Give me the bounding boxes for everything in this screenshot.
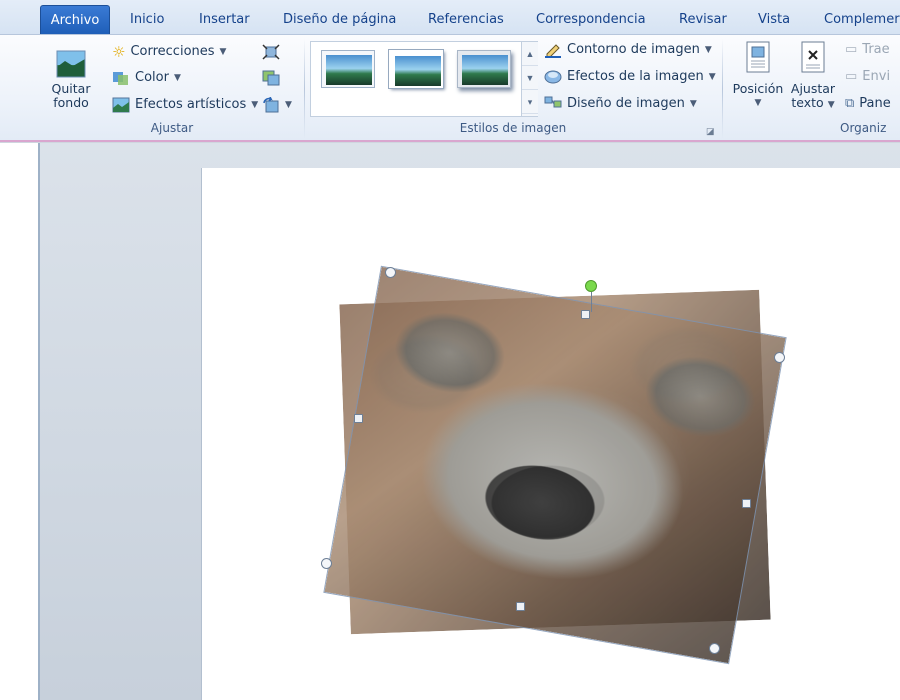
picture-styles-gallery: ▲ ▼ ▾ (310, 41, 538, 117)
pencil-outline-icon (545, 44, 561, 58)
group-label-organizar: Organiz (840, 121, 887, 135)
enviar-atras-button[interactable]: ▭ Envi (845, 66, 890, 88)
correcciones-button[interactable]: ☼ Correcciones ▼ (112, 41, 226, 63)
diseno-imagen-button[interactable]: Diseño de imagen ▼ (544, 93, 697, 115)
tab-insertar[interactable]: Insertar (199, 8, 250, 34)
chevron-down-icon: ▼ (173, 73, 181, 83)
gallery-scrollbar: ▲ ▼ ▾ (521, 42, 538, 116)
picture-style-shadow[interactable] (457, 50, 511, 88)
color-label: Color (135, 70, 169, 85)
correcciones-label: Correcciones (130, 44, 215, 59)
efectos-imagen-button[interactable]: Efectos de la imagen ▼ (544, 66, 716, 88)
tab-revisar[interactable]: Revisar (679, 8, 727, 34)
group-separator (722, 39, 723, 139)
chevron-down-icon: ▼ (827, 100, 835, 110)
tab-inicio[interactable]: Inicio (130, 8, 164, 34)
posicion-label: Posición (732, 81, 784, 96)
picture-style-simple-frame[interactable] (321, 50, 375, 88)
resize-handle-top[interactable] (581, 310, 590, 319)
tab-archivo[interactable]: Archivo (40, 5, 110, 34)
chevron-down-icon: ▼ (708, 72, 716, 82)
compress-pictures-button[interactable] (262, 41, 280, 63)
group-label-ajustar: Ajustar (150, 121, 194, 135)
bring-forward-icon: ▭ (845, 42, 858, 57)
chevron-down-icon: ▼ (251, 100, 259, 110)
tab-referencias[interactable]: Referencias (428, 8, 504, 34)
traer-label: Trae (862, 42, 890, 57)
rotation-handle-stem (591, 292, 592, 312)
chevron-down-icon: ▼ (285, 100, 292, 110)
picture-style-white-frame[interactable] (389, 50, 443, 88)
panel-label: Pane (859, 96, 891, 111)
posicion-button[interactable]: Posición ▼ (730, 41, 786, 110)
gallery-up-button[interactable]: ▲ (522, 42, 538, 66)
send-backward-icon: ▭ (845, 69, 858, 84)
resize-handle-right[interactable] (742, 499, 751, 508)
gallery-down-button[interactable]: ▼ (522, 66, 538, 90)
diseno-label: Diseño de imagen (567, 96, 685, 111)
chevron-down-icon: ▼ (219, 47, 227, 57)
quitar-fondo-label-2: fondo (53, 95, 89, 110)
efectos-artisticos-button[interactable]: Efectos artísticos ▼ (112, 94, 258, 116)
efectos-artisticos-label: Efectos artísticos (135, 97, 247, 112)
position-icon (746, 41, 770, 73)
compress-icon (262, 44, 280, 60)
resize-handle-bottom-right[interactable] (709, 643, 720, 654)
ajustar-texto-button[interactable]: Ajustar texto ▼ (788, 41, 838, 112)
tab-diseno-pagina[interactable]: Diseño de página (283, 8, 396, 34)
chevron-down-icon: ▼ (689, 99, 697, 109)
resize-handle-top-left[interactable] (385, 267, 396, 278)
ajustar-texto-row: texto ▼ (788, 96, 838, 112)
tab-vista[interactable]: Vista (758, 8, 790, 34)
ajustar-label-2: texto (791, 95, 824, 110)
efectos-label: Efectos de la imagen (567, 69, 704, 84)
chevron-down-icon: ▼ (754, 98, 762, 108)
contorno-imagen-button[interactable]: Contorno de imagen ▼ (544, 39, 712, 61)
ribbon-tab-bar: Archivo Inicio Insertar Diseño de página… (0, 0, 900, 34)
change-picture-icon (262, 70, 280, 86)
sun-icon: ☼ (112, 43, 126, 61)
chevron-down-icon: ▼ (704, 45, 712, 55)
remove-background-icon (56, 50, 86, 78)
artistic-effects-icon (112, 97, 130, 113)
rotation-handle[interactable] (585, 280, 597, 292)
selection-pane-icon: ⧉ (845, 96, 855, 111)
change-picture-button[interactable] (262, 67, 280, 89)
resize-handle-left[interactable] (354, 414, 363, 423)
traer-adelante-button[interactable]: ▭ Trae (845, 39, 890, 61)
tab-correspondencia[interactable]: Correspondencia (536, 8, 646, 34)
panel-seleccion-button[interactable]: ⧉ Pane (845, 93, 891, 115)
contorno-label: Contorno de imagen (567, 42, 700, 57)
tab-complementos[interactable]: Complemer (824, 8, 900, 34)
picture-layout-icon (544, 96, 562, 108)
enviar-label: Envi (862, 69, 891, 84)
dialog-launcher-icon[interactable]: ◪ (706, 126, 715, 137)
picture-effects-icon (544, 70, 562, 84)
quitar-fondo-label-1: Quitar (51, 81, 91, 96)
group-label-estilos: Estilos de imagen (459, 121, 567, 135)
reset-picture-icon (263, 97, 279, 113)
resize-handle-bottom-left[interactable] (321, 558, 332, 569)
left-margin-strip (0, 143, 40, 700)
wrap-text-icon (801, 41, 825, 73)
color-button[interactable]: Color ▼ (112, 67, 181, 89)
reset-picture-button[interactable]: ▼ (262, 94, 292, 116)
koala-picture-selected[interactable] (323, 265, 787, 665)
quitar-fondo-button[interactable]: Quitar fondo (48, 49, 94, 110)
resize-handle-bottom[interactable] (516, 602, 525, 611)
gallery-more-button[interactable]: ▾ (522, 90, 538, 114)
ajustar-label-1: Ajustar (790, 81, 836, 96)
color-palette-icon (113, 72, 128, 85)
ribbon-panel: Quitar fondo ☼ Correcciones ▼ Color ▼ Ef… (0, 34, 900, 142)
resize-handle-top-right[interactable] (774, 352, 785, 363)
